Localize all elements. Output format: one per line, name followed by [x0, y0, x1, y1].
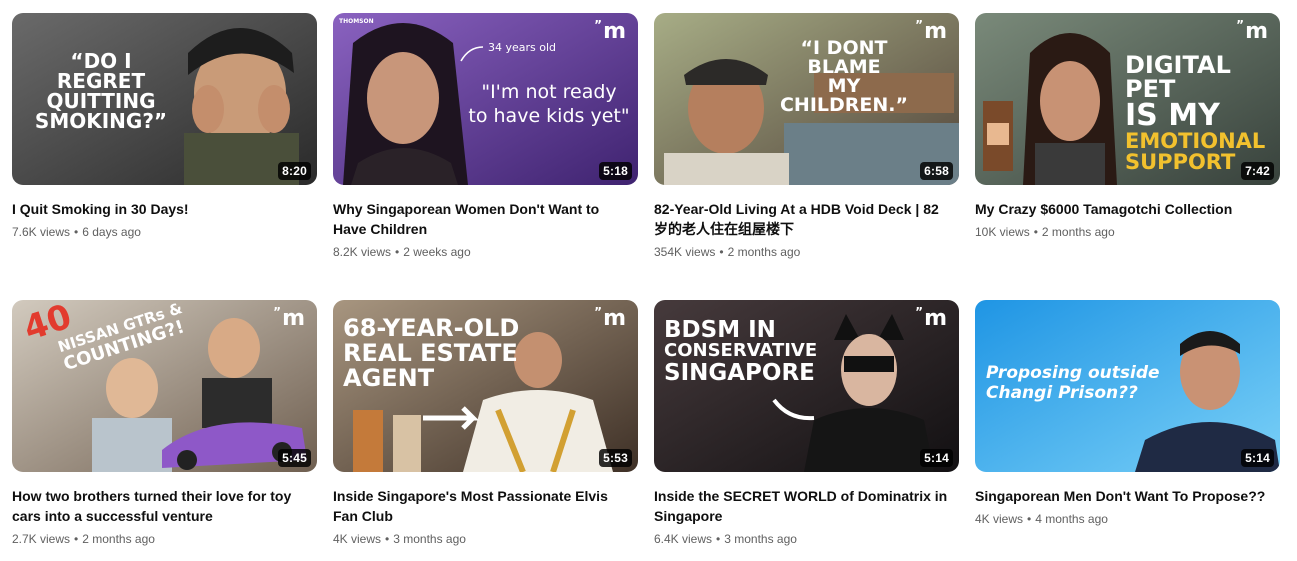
duration-badge: 5:14: [1241, 449, 1274, 467]
video-card[interactable]: Proposing outside Changi Prison?? 5:14 S…: [975, 300, 1280, 528]
separator-dot: •: [719, 245, 724, 259]
duration-badge: 5:53: [599, 449, 632, 467]
thumbnail-caption: 34 years old: [488, 41, 557, 54]
brand-logo-icon: ”m: [273, 305, 305, 331]
thumbnail-text-line: AGENT: [343, 364, 435, 393]
upload-age: 2 months ago: [727, 245, 801, 259]
video-card[interactable]: “I DONT BLAME MY CHILDREN.” ”m 6:58 82-Y…: [654, 13, 959, 261]
video-title[interactable]: Singaporean Men Don't Want To Propose??: [975, 486, 1270, 506]
upload-age: 4 months ago: [1035, 512, 1108, 526]
video-card[interactable]: 40 NISSAN GTRs & COUNTING?! ”m 5:45 How …: [12, 300, 317, 548]
duration-badge: 7:42: [1241, 162, 1274, 180]
brand-logo-icon: ”m: [594, 305, 626, 331]
view-count: 4K views: [333, 532, 382, 546]
upload-age: 6 days ago: [82, 225, 141, 239]
thumbnail-text-line: EMOTIONAL: [1125, 129, 1266, 153]
video-thumbnail[interactable]: BDSM IN CONSERVATIVE SINGAPORE ”m 5:14: [654, 300, 959, 472]
brand-watermark: THOMSON: [339, 18, 374, 25]
thumbnail-text-line: BDSM IN: [664, 317, 776, 343]
video-metadata: 10K views • 2 months ago: [975, 223, 1280, 241]
thumbnail-text-line: “I DONT BLAME: [800, 37, 888, 78]
thumbnail-text-line: Changi Prison??: [986, 382, 1138, 403]
separator-dot: •: [74, 532, 79, 546]
video-thumbnail[interactable]: 40 NISSAN GTRs & COUNTING?! ”m 5:45: [12, 300, 317, 472]
video-thumbnail[interactable]: DIGITAL PET IS MY EMOTIONAL SUPPORT ”m 7…: [975, 13, 1280, 185]
video-card[interactable]: DIGITAL PET IS MY EMOTIONAL SUPPORT ”m 7…: [975, 13, 1280, 241]
thumbnail-text-line: MY CHILDREN.”: [779, 75, 908, 116]
thumbnail-text-line: REAL ESTATE: [343, 339, 518, 368]
video-card[interactable]: THOMSON 34 years old "I'm not ready to h…: [333, 13, 638, 261]
duration-badge: 8:20: [278, 162, 311, 180]
video-metadata: 4K views • 4 months ago: [975, 510, 1280, 528]
separator-dot: •: [385, 532, 390, 546]
duration-badge: 6:58: [920, 162, 953, 180]
video-title[interactable]: Inside Singapore's Most Passionate Elvis…: [333, 486, 628, 526]
duration-badge: 5:45: [278, 449, 311, 467]
view-count: 354K views: [654, 245, 716, 259]
brand-logo-icon: ”m: [915, 305, 947, 331]
brand-logo-icon: ”m: [594, 18, 626, 44]
duration-badge: 5:18: [599, 162, 632, 180]
separator-dot: •: [1027, 512, 1032, 526]
brand-logo-icon: ”m: [915, 18, 947, 44]
thumbnail-text-line: IS MY: [1125, 98, 1220, 133]
view-count: 4K views: [975, 512, 1024, 526]
video-title[interactable]: 82-Year-Old Living At a HDB Void Deck | …: [654, 199, 949, 239]
video-title[interactable]: How two brothers turned their love for t…: [12, 486, 307, 526]
thumbnail-text-line: QUITTING: [46, 89, 156, 113]
video-title[interactable]: I Quit Smoking in 30 Days!: [12, 199, 307, 219]
upload-age: 2 months ago: [82, 532, 155, 546]
view-count: 8.2K views: [333, 245, 392, 259]
view-count: 10K views: [975, 225, 1030, 239]
upload-age: 2 months ago: [1041, 225, 1115, 239]
video-metadata: 6.4K views • 3 months ago: [654, 530, 959, 548]
upload-age: 2 weeks ago: [403, 245, 471, 259]
separator-dot: •: [1033, 225, 1038, 239]
video-metadata: 2.7K views • 2 months ago: [12, 530, 317, 548]
video-thumbnail[interactable]: THOMSON 34 years old "I'm not ready to h…: [333, 13, 638, 185]
video-card[interactable]: “DO I REGRET QUITTING SMOKING?” 8:20 I Q…: [12, 13, 317, 241]
duration-badge: 5:14: [920, 449, 953, 467]
video-metadata: 7.6K views • 6 days ago: [12, 223, 317, 241]
video-metadata: 8.2K views • 2 weeks ago: [333, 243, 638, 261]
video-metadata: 4K views • 3 months ago: [333, 530, 638, 548]
video-thumbnail[interactable]: 68-YEAR-OLD REAL ESTATE AGENT ”m 5:53: [333, 300, 638, 472]
video-title[interactable]: Why Singaporean Women Don't Want to Have…: [333, 199, 628, 239]
view-count: 2.7K views: [12, 532, 71, 546]
video-title[interactable]: My Crazy $6000 Tamagotchi Collection: [975, 199, 1270, 219]
video-thumbnail[interactable]: Proposing outside Changi Prison?? 5:14: [975, 300, 1280, 472]
thumbnail-text-line: "I'm not ready: [481, 81, 617, 103]
thumbnail-text-line: to have kids yet": [468, 104, 630, 127]
view-count: 7.6K views: [12, 225, 71, 239]
separator-dot: •: [74, 225, 79, 239]
view-count: 6.4K views: [654, 532, 713, 546]
video-card[interactable]: 68-YEAR-OLD REAL ESTATE AGENT ”m 5:53 In…: [333, 300, 638, 548]
thumbnail-text-line: SINGAPORE: [664, 360, 815, 387]
video-thumbnail[interactable]: “I DONT BLAME MY CHILDREN.” ”m 6:58: [654, 13, 959, 185]
brand-logo-icon: ”m: [1236, 18, 1268, 44]
video-title[interactable]: Inside the SECRET WORLD of Dominatrix in…: [654, 486, 949, 526]
thumbnail-text-line: CONSERVATIVE: [664, 340, 818, 362]
thumbnail-text-line: 68-YEAR-OLD: [343, 314, 520, 342]
video-card[interactable]: BDSM IN CONSERVATIVE SINGAPORE ”m 5:14 I…: [654, 300, 959, 548]
separator-dot: •: [716, 532, 721, 546]
thumbnail-text-line: DIGITAL PET: [1125, 51, 1231, 103]
video-metadata: 354K views • 2 months ago: [654, 243, 959, 261]
separator-dot: •: [395, 245, 400, 259]
thumbnail-text-line: “DO I REGRET: [56, 49, 146, 93]
thumbnail-text-line: Proposing outside: [986, 363, 1160, 383]
video-thumbnail[interactable]: “DO I REGRET QUITTING SMOKING?” 8:20: [12, 13, 317, 185]
thumbnail-text-line: SMOKING?”: [34, 109, 168, 133]
upload-age: 3 months ago: [724, 532, 797, 546]
upload-age: 3 months ago: [393, 532, 466, 546]
